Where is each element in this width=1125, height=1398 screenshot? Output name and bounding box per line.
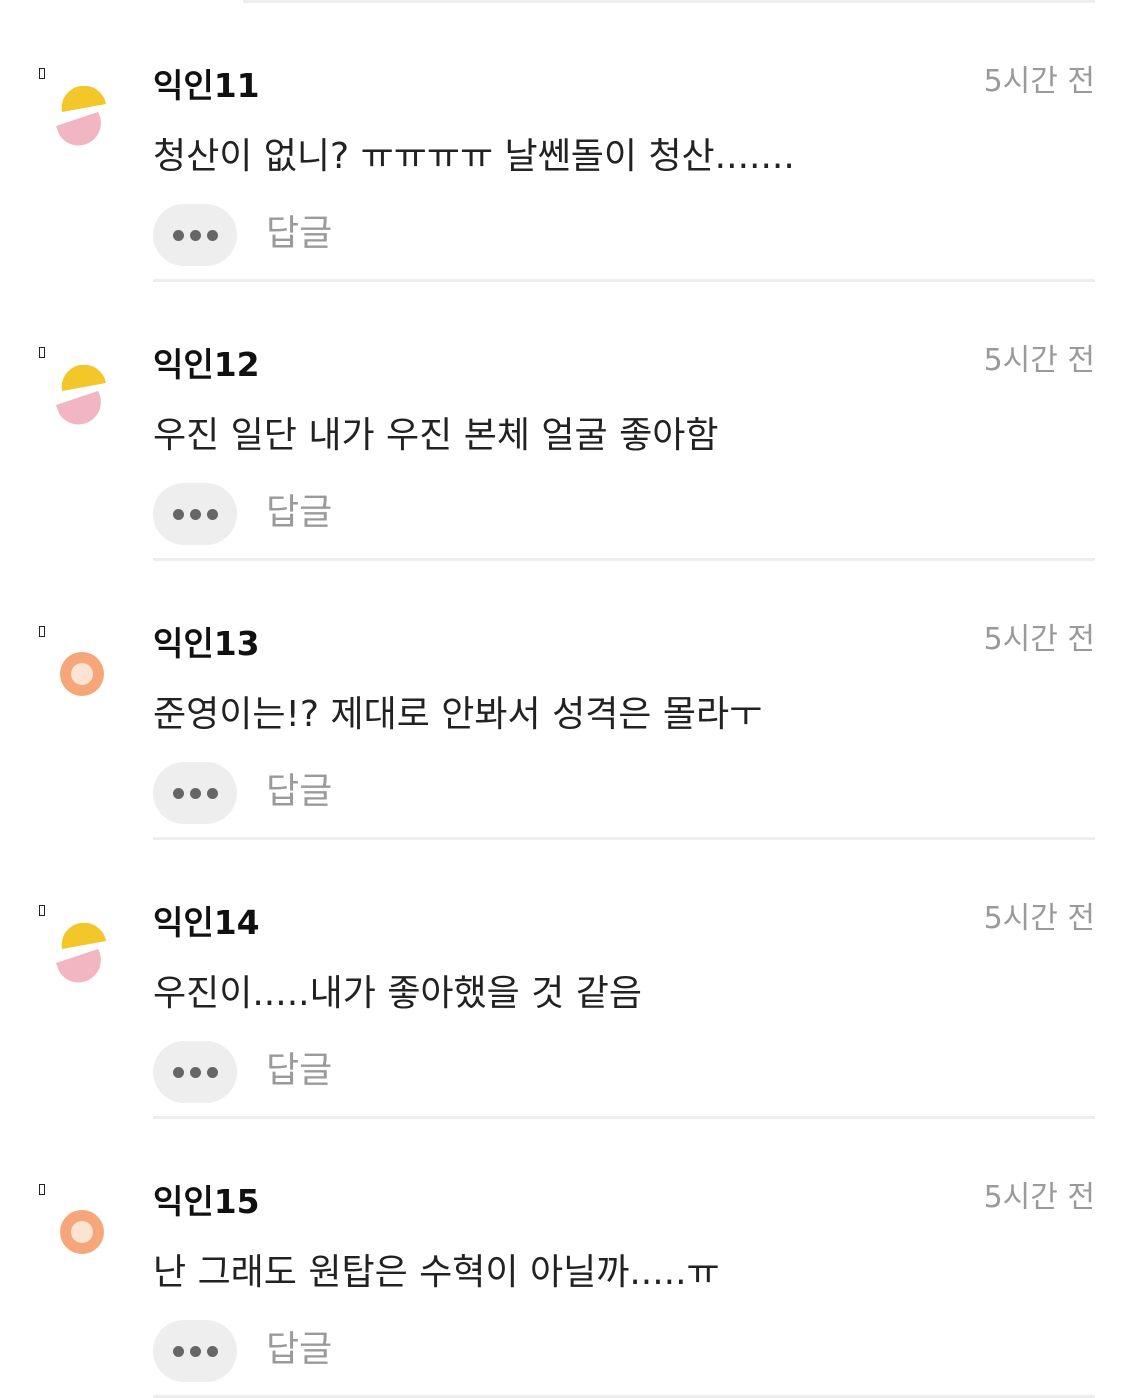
more-dot-icon xyxy=(206,229,218,241)
comment-text: 청산이 없니? ㅠㅠㅠㅠ 날쎈돌이 청산....... xyxy=(153,136,795,177)
more-options-button[interactable] xyxy=(153,483,237,545)
more-dot-icon xyxy=(206,508,218,520)
more-dot-icon xyxy=(172,1345,184,1357)
more-options-button[interactable] xyxy=(153,204,237,266)
reply-button[interactable]: 답글 xyxy=(266,1047,332,1095)
more-dot-icon xyxy=(172,1066,184,1078)
more-dot-icon xyxy=(189,1345,201,1357)
comment-text: 우진 일단 내가 우진 본체 얼굴 좋아함 xyxy=(153,415,719,456)
yellow-pink-icon xyxy=(54,365,110,425)
yellow-pink-icon xyxy=(54,86,110,146)
marker-icon xyxy=(39,905,45,916)
comment-text: 우진이.....내가 좋아했을 것 같음 xyxy=(153,973,642,1014)
more-dot-icon xyxy=(172,508,184,520)
reply-button[interactable]: 답글 xyxy=(266,489,332,537)
comment-nickname: 익인12 xyxy=(153,345,260,384)
comment-nickname: 익인13 xyxy=(153,624,260,663)
orange-ring-icon xyxy=(54,644,110,704)
comment-item: 익인14 5시간 전 우진이.....내가 좋아했을 것 같음 답글 xyxy=(0,837,1125,1119)
comment-nickname: 익인14 xyxy=(153,903,260,942)
more-dot-icon xyxy=(189,229,201,241)
more-options-button[interactable] xyxy=(153,762,237,824)
more-dot-icon xyxy=(172,229,184,241)
marker-icon xyxy=(39,626,45,637)
more-dot-icon xyxy=(189,787,201,799)
marker-icon xyxy=(39,1184,45,1195)
comment-item: 익인11 5시간 전 청산이 없니? ㅠㅠㅠㅠ 날쎈돌이 청산....... 답… xyxy=(0,0,1125,282)
comment-time: 5시간 전 xyxy=(983,901,1095,936)
more-dot-icon xyxy=(172,787,184,799)
comment-item: 익인13 5시간 전 준영이는!? 제대로 안봐서 성격은 몰라ㅜ 답글 xyxy=(0,558,1125,840)
more-options-button[interactable] xyxy=(153,1320,237,1382)
more-dot-icon xyxy=(189,1066,201,1078)
comment-text: 준영이는!? 제대로 안봐서 성격은 몰라ㅜ xyxy=(153,694,763,735)
comment-time: 5시간 전 xyxy=(983,1180,1095,1215)
more-dot-icon xyxy=(206,787,218,799)
marker-icon xyxy=(39,68,45,79)
orange-ring-icon xyxy=(54,1202,110,1262)
comment-nickname: 익인15 xyxy=(153,1182,260,1221)
yellow-pink-icon xyxy=(54,923,110,983)
more-dot-icon xyxy=(206,1066,218,1078)
reply-button[interactable]: 답글 xyxy=(266,1326,332,1374)
more-options-button[interactable] xyxy=(153,1041,237,1103)
comment-nickname: 익인11 xyxy=(153,66,260,105)
comment-item: 익인15 5시간 전 난 그래도 원탑은 수혁이 아닐까.....ㅠ 답글 xyxy=(0,1116,1125,1398)
more-dot-icon xyxy=(189,508,201,520)
comment-item: 익인12 5시간 전 우진 일단 내가 우진 본체 얼굴 좋아함 답글 xyxy=(0,279,1125,561)
comment-time: 5시간 전 xyxy=(983,343,1095,378)
comment-time: 5시간 전 xyxy=(983,622,1095,657)
marker-icon xyxy=(39,347,45,358)
comment-time: 5시간 전 xyxy=(983,64,1095,99)
more-dot-icon xyxy=(206,1345,218,1357)
comment-text: 난 그래도 원탑은 수혁이 아닐까.....ㅠ xyxy=(153,1252,720,1293)
reply-button[interactable]: 답글 xyxy=(266,768,332,816)
reply-button[interactable]: 답글 xyxy=(266,210,332,258)
